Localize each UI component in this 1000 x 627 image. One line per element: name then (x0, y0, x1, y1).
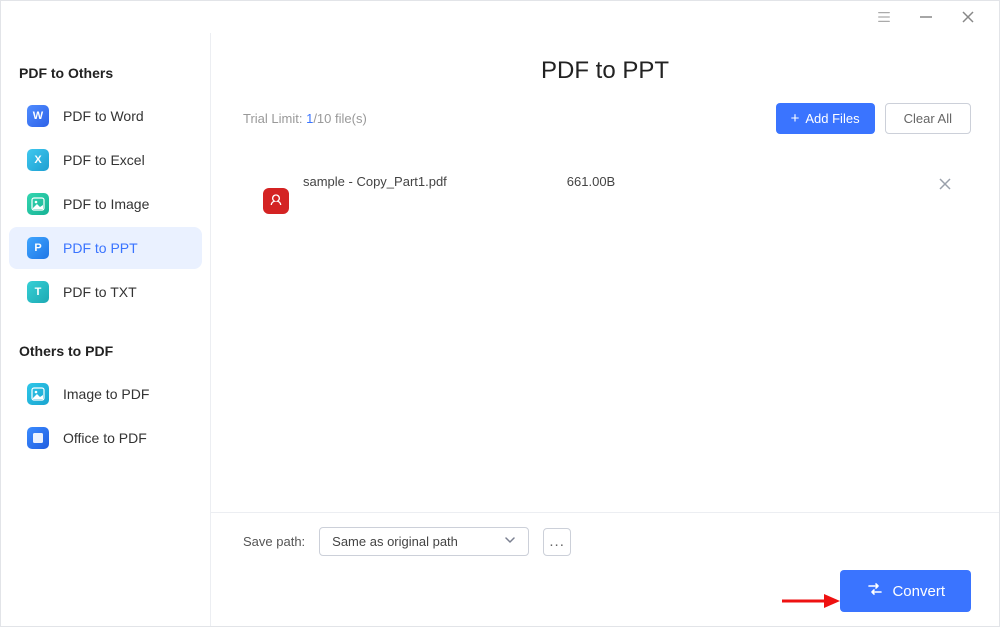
page-title: PDF to PPT (211, 33, 999, 103)
sidebar-item-label: PDF to Excel (63, 152, 145, 168)
plus-icon: + (791, 111, 800, 126)
pdf-file-icon (255, 180, 297, 222)
sidebar: PDF to Others W PDF to Word X PDF to Exc… (1, 33, 211, 626)
file-name: sample - Copy_Part1.pdf (303, 174, 447, 189)
titlebar (1, 1, 999, 33)
app-window: PDF to Others W PDF to Word X PDF to Exc… (0, 0, 1000, 627)
add-files-label: Add Files (805, 111, 859, 126)
sidebar-item-image-to-pdf[interactable]: Image to PDF (9, 373, 202, 415)
content-area: PDF to Others W PDF to Word X PDF to Exc… (1, 33, 999, 626)
toolbar: Trial Limit: 1/10 file(s) + Add Files Cl… (211, 103, 999, 146)
word-icon: W (27, 105, 49, 127)
sidebar-item-pdf-to-txt[interactable]: T PDF to TXT (9, 271, 202, 313)
main-panel: PDF to PPT Trial Limit: 1/10 file(s) + A… (211, 33, 999, 626)
close-icon[interactable] (961, 10, 975, 24)
sidebar-section-others-to-pdf: Others to PDF (1, 315, 210, 371)
sidebar-item-pdf-to-excel[interactable]: X PDF to Excel (9, 139, 202, 181)
menu-icon[interactable] (877, 10, 891, 24)
browse-button[interactable]: ... (543, 528, 571, 556)
image-icon (27, 383, 49, 405)
file-info: sample - Copy_Part1.pdf 661.00B (297, 170, 931, 189)
sidebar-item-label: Office to PDF (63, 430, 147, 446)
sidebar-item-pdf-to-word[interactable]: W PDF to Word (9, 95, 202, 137)
convert-label: Convert (892, 583, 945, 600)
convert-row: Convert (243, 570, 971, 612)
ppt-icon: P (27, 237, 49, 259)
save-path-value: Same as original path (332, 534, 458, 549)
sidebar-item-office-to-pdf[interactable]: Office to PDF (9, 417, 202, 459)
image-icon (27, 193, 49, 215)
sidebar-item-label: PDF to Word (63, 108, 144, 124)
sidebar-item-label: PDF to Image (63, 196, 149, 212)
convert-icon (866, 580, 884, 602)
file-size: 661.00B (567, 174, 615, 189)
save-path-label: Save path: (243, 534, 305, 549)
office-icon (27, 427, 49, 449)
sidebar-item-label: PDF to TXT (63, 284, 137, 300)
remove-file-button[interactable] (931, 170, 959, 198)
chevron-down-icon (504, 534, 516, 549)
clear-all-label: Clear All (904, 111, 952, 126)
file-list: sample - Copy_Part1.pdf 661.00B (211, 146, 999, 512)
clear-all-button[interactable]: Clear All (885, 103, 971, 134)
trial-limit-label: Trial Limit: 1/10 file(s) (243, 111, 367, 126)
save-path-select[interactable]: Same as original path (319, 527, 529, 556)
sidebar-item-label: PDF to PPT (63, 240, 138, 256)
sidebar-item-label: Image to PDF (63, 386, 149, 402)
sidebar-item-pdf-to-ppt[interactable]: P PDF to PPT (9, 227, 202, 269)
sidebar-item-pdf-to-image[interactable]: PDF to Image (9, 183, 202, 225)
minimize-icon[interactable] (919, 10, 933, 24)
convert-button[interactable]: Convert (840, 570, 971, 612)
excel-icon: X (27, 149, 49, 171)
sidebar-section-pdf-to-others: PDF to Others (1, 49, 210, 93)
file-row: sample - Copy_Part1.pdf 661.00B (243, 156, 971, 230)
add-files-button[interactable]: + Add Files (776, 103, 875, 134)
save-path-row: Save path: Same as original path ... (243, 527, 971, 556)
bottom-bar: Save path: Same as original path ... (211, 512, 999, 626)
txt-icon: T (27, 281, 49, 303)
